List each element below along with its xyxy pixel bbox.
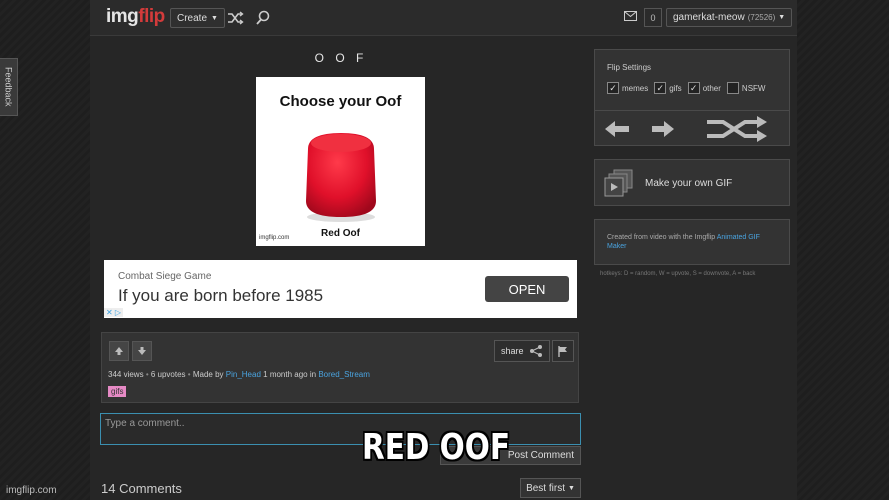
share-button[interactable]: share <box>494 340 550 362</box>
caption-overlay: RED OOF <box>362 427 511 468</box>
checkbox-memes[interactable]: ✓ <box>607 82 619 94</box>
advertisement-banner[interactable]: Combat Siege Game If you are born before… <box>104 260 577 318</box>
search-icon[interactable] <box>254 9 272 27</box>
ad-choices-icon[interactable]: ✕ ▷ <box>104 308 124 317</box>
option-label: memes <box>622 83 649 93</box>
meme-image[interactable]: Choose your Oof Red Oof imgflip.com <box>256 77 425 246</box>
imgflip-logo[interactable]: imgflip <box>106 6 165 28</box>
flip-navigation <box>595 110 789 146</box>
user-menu-button[interactable]: gamerkat-meow (72526) ▼ <box>666 8 793 27</box>
flip-settings-title: Flip Settings <box>607 63 652 72</box>
shuffle-icon[interactable] <box>226 9 244 27</box>
created-from-text: Created from video with the Imgflip Anim… <box>607 233 777 251</box>
made-by-label: Made by <box>192 370 224 379</box>
option-gifs[interactable]: ✓ gifs <box>654 82 682 94</box>
checkbox-gifs[interactable]: ✓ <box>654 82 667 94</box>
meme-info-box: share 344 views • 6 upvotes • Made by Pi… <box>101 332 579 403</box>
hotkeys-hint: hotkeys: D = random, W = upvote, S = dow… <box>600 271 756 277</box>
red-oof-blob-image <box>306 133 376 222</box>
option-other[interactable]: ✓ other <box>687 82 721 94</box>
meme-stats: 344 views • 6 upvotes • Made by Pin_Head… <box>108 370 370 379</box>
ad-advertiser: Combat Siege Game <box>118 271 212 282</box>
author-link[interactable]: Pin_Head <box>226 370 261 379</box>
logo-text-img: img <box>106 6 139 27</box>
film-frames-icon <box>604 169 633 197</box>
feedback-tab[interactable]: Feedback <box>0 58 18 116</box>
created-text: Created from video with the Imgflip <box>607 234 717 241</box>
sort-comments-button[interactable]: Best first ▼ <box>520 478 581 498</box>
shuffle-icon[interactable] <box>705 115 769 143</box>
created-from-panel: Created from video with the Imgflip Anim… <box>594 219 790 265</box>
imgflip-watermark: imgflip.com <box>6 485 57 496</box>
view-count: 344 views <box>108 370 144 379</box>
sort-label: Best first <box>526 482 565 494</box>
option-label: other <box>702 83 721 93</box>
flip-settings-panel: Flip Settings ✓ memes ✓ gifs ✓ other NSF… <box>594 49 790 146</box>
downvote-button[interactable] <box>132 341 152 361</box>
checkbox-nsfw[interactable] <box>726 82 739 94</box>
caret-down-icon: ▼ <box>567 484 575 492</box>
option-label: NSFW <box>741 83 766 93</box>
arrow-right-icon[interactable] <box>651 119 675 139</box>
meme-image-heading: Choose your Oof <box>279 93 402 110</box>
option-memes[interactable]: ✓ memes <box>607 82 648 94</box>
option-nsfw[interactable]: NSFW <box>726 82 766 94</box>
separator-dot: • <box>187 370 191 379</box>
post-time: 1 month ago in <box>263 370 317 379</box>
flag-button[interactable] <box>552 340 574 362</box>
stream-link[interactable]: Bored_Stream <box>318 370 370 379</box>
meme-image-watermark: imgflip.com <box>259 235 290 241</box>
make-gif-label: Make your own GIF <box>645 178 733 189</box>
separator-dot: • <box>145 370 149 379</box>
meme-title: O O F <box>314 51 368 65</box>
username: gamerkat-meow <box>673 12 745 23</box>
checkbox-other[interactable]: ✓ <box>687 82 700 94</box>
top-header: imgflip Create ▼ 0 gamerkat-meow (72526)… <box>90 0 797 36</box>
comments-count: 14 Comments <box>101 481 182 496</box>
right-background <box>797 0 889 500</box>
option-label: gifs <box>669 83 682 93</box>
flag-icon <box>558 345 567 357</box>
feedback-label: Feedback <box>3 67 14 107</box>
notification-count[interactable]: 0 <box>644 8 662 27</box>
upvote-count: 6 upvotes <box>150 370 186 379</box>
caret-down-icon: ▼ <box>778 14 786 21</box>
upvote-button[interactable] <box>109 341 129 361</box>
page: imgflip Create ▼ 0 gamerkat-meow (72526)… <box>0 0 889 500</box>
arrow-left-icon[interactable] <box>604 119 630 139</box>
user-points: (72526) <box>747 13 776 22</box>
comment-placeholder: Type a comment.. <box>105 418 185 429</box>
flip-options: ✓ memes ✓ gifs ✓ other NSFW <box>607 82 765 94</box>
caret-down-icon: ▼ <box>211 14 218 22</box>
share-label: share <box>501 346 524 356</box>
make-gif-panel[interactable]: Make your own GIF <box>594 159 790 206</box>
share-icon <box>529 345 542 357</box>
logo-text-flip: flip <box>138 6 165 27</box>
create-label: Create <box>177 12 208 24</box>
ad-headline: If you are born before 1985 <box>118 286 324 305</box>
tag-gifs[interactable]: gifs <box>108 386 127 397</box>
arrow-up-icon <box>115 347 123 355</box>
arrow-down-icon <box>138 347 146 355</box>
mail-icon[interactable] <box>624 11 637 21</box>
ad-open-button[interactable]: OPEN <box>485 276 569 302</box>
create-button[interactable]: Create ▼ <box>170 8 225 28</box>
